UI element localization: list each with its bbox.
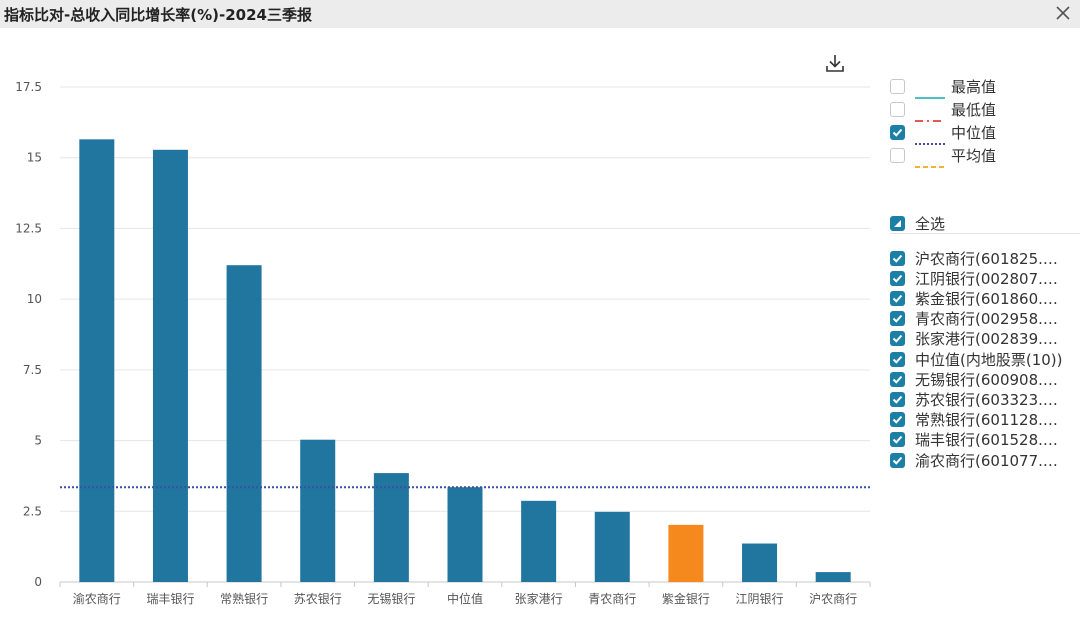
legend-ref-4[interactable]: 平均值 [890, 145, 997, 168]
line-swatch-icon [915, 108, 945, 122]
line-swatch-icon [915, 85, 945, 99]
y-tick-label: 10 [27, 292, 42, 306]
legend-ref-label: 中位值 [951, 123, 997, 142]
series-checkbox[interactable] [890, 311, 905, 327]
series-label: 渝农商行(601077.S… [915, 451, 1065, 470]
legend-divider [890, 233, 1080, 234]
legend-ref-label: 最低值 [951, 100, 997, 119]
bar[interactable] [742, 543, 778, 582]
legend-checkbox[interactable] [890, 124, 905, 140]
legend-series-item[interactable]: 常熟银行(601128.SH) [890, 410, 1065, 430]
series-checkbox[interactable] [890, 412, 905, 428]
x-tick-label: 沪农商行 [809, 591, 857, 606]
legend-ref-3[interactable]: 中位值 [890, 122, 997, 145]
x-tick-label: 紫金银行 [662, 591, 710, 606]
bar[interactable] [594, 511, 630, 582]
y-tick-label: 0 [34, 575, 42, 589]
series-checkbox[interactable] [890, 351, 905, 367]
series-label: 常熟银行(601128.SH) [915, 411, 1065, 430]
select-all-label: 全选 [915, 214, 946, 233]
series-checkbox[interactable] [890, 331, 905, 347]
series-checkbox[interactable] [890, 391, 905, 407]
bar[interactable] [373, 473, 409, 582]
legend-series-item[interactable]: 苏农银行(603323.S… [890, 389, 1065, 409]
legend-ref-2[interactable]: 最低值 [890, 99, 997, 122]
bar[interactable] [300, 439, 336, 582]
select-all-toggle[interactable]: 全选 [890, 213, 1065, 233]
series-label: 张家港行(002839.SZ) [915, 330, 1065, 349]
legend-series-item[interactable]: 江阴银行(002807.SZ) [890, 268, 1065, 288]
x-tick-label: 中位值 [447, 591, 483, 606]
close-icon[interactable] [1052, 2, 1074, 24]
legend-series-item[interactable]: 紫金银行(601860.S… [890, 288, 1065, 308]
bar[interactable] [668, 524, 704, 582]
bar[interactable] [226, 265, 262, 582]
series-label: 江阴银行(002807.SZ) [915, 269, 1065, 288]
series-checkbox[interactable] [890, 250, 905, 266]
series-checkbox[interactable] [890, 290, 905, 306]
x-tick-label: 瑞丰银行 [146, 592, 194, 606]
y-tick-label: 2.5 [23, 504, 42, 518]
select-all-checkbox[interactable] [890, 215, 905, 231]
legend-series-item[interactable]: 瑞丰银行(601528.S… [890, 430, 1065, 450]
series-label: 中位值(内地股票(10)) [915, 350, 1063, 369]
legend-checkbox[interactable] [890, 101, 905, 117]
legend-ref-1[interactable]: 最高值 [890, 76, 997, 99]
bar[interactable] [521, 500, 557, 582]
x-tick-label: 常熟银行 [220, 591, 268, 606]
legend-series-item[interactable]: 沪农商行(601825.S… [890, 248, 1065, 268]
series-checkbox[interactable] [890, 452, 905, 468]
legend-ref-label: 最高值 [951, 77, 997, 96]
legend-series-item[interactable]: 中位值(内地股票(10)) [890, 349, 1065, 369]
x-tick-label: 渝农商行 [73, 591, 121, 606]
series-label: 瑞丰银行(601528.S… [915, 431, 1065, 450]
legend-checkbox[interactable] [890, 78, 905, 94]
legend-series-item[interactable]: 青农商行(002958.SZ) [890, 309, 1065, 329]
series-label: 青农商行(002958.SZ) [915, 310, 1065, 329]
bar[interactable] [152, 149, 188, 582]
series-label: 苏农银行(603323.S… [915, 390, 1065, 409]
x-tick-label: 青农商行 [588, 591, 636, 606]
x-tick-label: 无锡银行 [367, 591, 415, 606]
bar-chart: 0 2.5 5 7.5 10 12.5 15 17.5 渝农商行 瑞丰银行 常熟银行 苏农银行 无锡银行… [15, 80, 871, 606]
line-swatch-icon [915, 131, 945, 145]
y-tick-label: 17.5 [15, 80, 42, 94]
series-checkbox[interactable] [890, 432, 905, 448]
series-label: 无锡银行(600908.S… [915, 370, 1065, 389]
legend-series-item[interactable]: 无锡银行(600908.S… [890, 369, 1065, 389]
y-tick-label: 12.5 [15, 221, 42, 235]
bar[interactable] [79, 139, 115, 582]
bar[interactable] [815, 572, 851, 582]
x-tick-label: 张家港行 [515, 591, 563, 606]
chart-title: 指标比对-总收入同比增长率(%)-2024三季报 [4, 6, 312, 24]
y-tick-label: 7.5 [23, 363, 42, 377]
y-tick-label: 15 [27, 151, 42, 165]
legend-series-item[interactable]: 渝农商行(601077.S… [890, 450, 1065, 470]
x-tick-label: 江阴银行 [736, 592, 784, 606]
line-swatch-icon [915, 154, 945, 168]
series-label: 沪农商行(601825.S… [915, 249, 1065, 268]
legend-ref-label: 平均值 [951, 146, 997, 165]
y-tick-label: 5 [34, 434, 42, 448]
series-checkbox[interactable] [890, 371, 905, 387]
legend-checkbox[interactable] [890, 147, 905, 163]
series-checkbox[interactable] [890, 270, 905, 286]
series-label: 紫金银行(601860.S… [915, 289, 1065, 308]
title-bar: 指标比对-总收入同比增长率(%)-2024三季报 [0, 0, 1080, 28]
x-tick-label: 苏农银行 [294, 592, 342, 606]
bar[interactable] [447, 487, 483, 582]
legend-series-item[interactable]: 张家港行(002839.SZ) [890, 329, 1065, 349]
